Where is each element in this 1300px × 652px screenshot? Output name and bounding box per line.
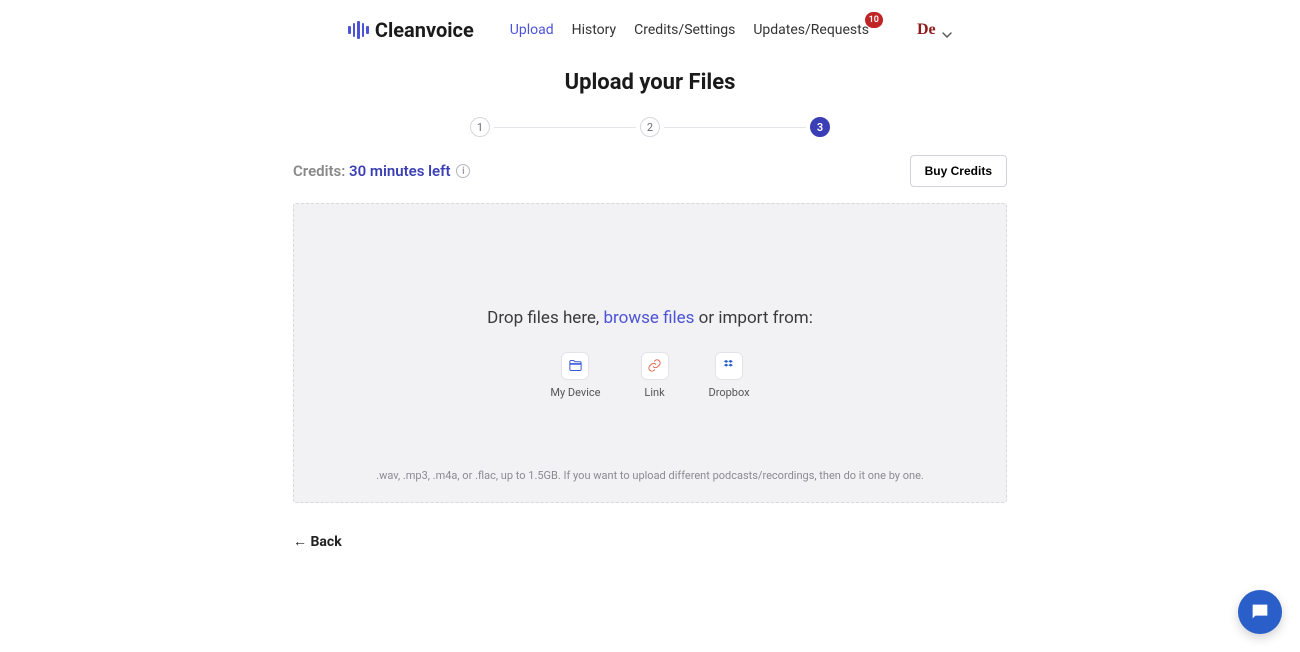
credits-amount: 30 minutes left (349, 162, 450, 180)
step-1[interactable]: 1 (470, 117, 490, 137)
header: Cleanvoice Upload History Credits/Settin… (0, 0, 1300, 60)
folder-icon (561, 352, 589, 380)
nav-upload[interactable]: Upload (510, 22, 554, 38)
drop-text: Drop files here, browse files or import … (487, 308, 813, 328)
import-link-label: Link (644, 386, 664, 399)
updates-badge: 10 (865, 12, 883, 28)
link-icon (641, 352, 669, 380)
brand-name: Cleanvoice (375, 18, 474, 42)
back-row: ← Back (293, 533, 1007, 550)
brand-logo[interactable]: Cleanvoice (348, 18, 473, 42)
nav-history[interactable]: History (572, 22, 617, 38)
import-dropbox-label: Dropbox (709, 386, 750, 399)
chat-widget[interactable] (1238, 590, 1282, 634)
nav-updates-wrap: Updates/Requests 10 (753, 22, 869, 38)
nav-credits-settings[interactable]: Credits/Settings (634, 22, 735, 38)
upload-hint: .wav, .mp3, .m4a, or .flac, up to 1.5GB.… (365, 468, 935, 485)
drop-prefix: Drop files here, (487, 308, 603, 328)
info-icon[interactable]: i (456, 164, 470, 178)
import-link[interactable]: Link (641, 352, 669, 399)
dropbox-icon (715, 352, 743, 380)
credits-label: Credits: (293, 162, 349, 180)
step-3[interactable]: 3 (810, 117, 830, 137)
page-title: Upload your Files (0, 70, 1300, 95)
chat-icon (1249, 601, 1271, 623)
step-line (664, 127, 806, 128)
file-dropzone[interactable]: Drop files here, browse files or import … (293, 203, 1007, 503)
import-dropbox[interactable]: Dropbox (709, 352, 750, 399)
main-nav: Upload History Credits/Settings Updates/… (510, 22, 869, 38)
account-menu[interactable]: De (917, 21, 952, 39)
stepper: 1 2 3 (470, 117, 830, 137)
credits-row: Credits: 30 minutes left i Buy Credits (293, 155, 1007, 187)
step-2[interactable]: 2 (640, 117, 660, 137)
nav-updates-requests[interactable]: Updates/Requests (753, 22, 869, 38)
import-row: My Device Link Dropbox (550, 352, 749, 399)
browse-files-link[interactable]: browse files (604, 308, 695, 328)
waveform-icon (348, 21, 369, 39)
back-button[interactable]: ← Back (293, 534, 342, 550)
step-line (494, 127, 636, 128)
chevron-down-icon (942, 25, 952, 35)
drop-suffix: or import from: (694, 308, 812, 328)
import-device-label: My Device (550, 386, 600, 399)
import-my-device[interactable]: My Device (550, 352, 600, 399)
credits-text: Credits: 30 minutes left i (293, 162, 470, 180)
buy-credits-button[interactable]: Buy Credits (910, 155, 1007, 187)
account-initials: De (917, 21, 936, 39)
